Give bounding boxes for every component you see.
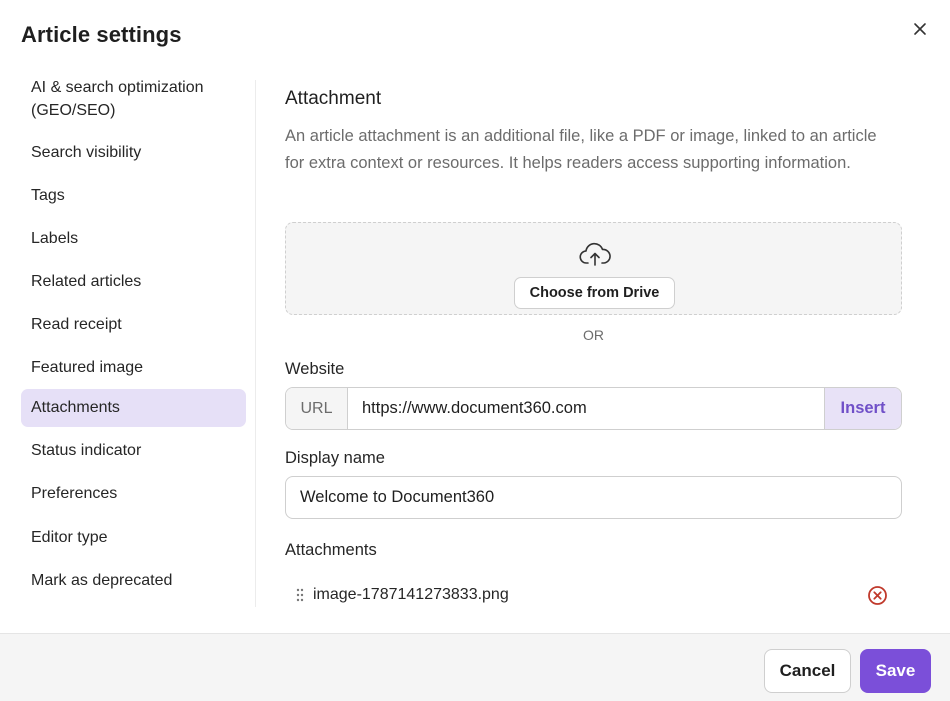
- sidebar-item-label: Editor type: [31, 529, 108, 546]
- sidebar-item-geo-seo[interactable]: AI & search optimization (GEO/SEO): [21, 75, 246, 123]
- upload-dropzone[interactable]: Choose from Drive: [285, 222, 902, 315]
- modal-footer: Cancel Save: [0, 633, 950, 701]
- sidebar-item-label: Read receipt: [31, 316, 122, 333]
- sidebar-item-label: Labels: [31, 230, 79, 247]
- sidebar-item-label: Attachments: [31, 399, 120, 416]
- article-settings-modal: Article settings AI & search optimizatio…: [0, 0, 950, 701]
- sidebar-item-attachments[interactable]: Attachments: [21, 389, 246, 427]
- sidebar-item-featured-image[interactable]: Featured image: [21, 356, 246, 379]
- remove-circle-icon[interactable]: [867, 585, 888, 606]
- display-name-input[interactable]: [285, 476, 902, 519]
- drag-handle-icon[interactable]: [293, 587, 307, 603]
- sidebar-item-label: Mark as deprecated: [31, 572, 173, 589]
- sidebar-item-status-indicator[interactable]: Status indicator: [21, 439, 246, 462]
- sidebar-item-label: Tags: [31, 187, 65, 204]
- attachment-file-name: image-1787141273833.png: [313, 586, 509, 603]
- section-description: An article attachment is an additional f…: [285, 127, 877, 172]
- website-label: Website: [285, 360, 345, 378]
- attachment-list-item: image-1787141273833.png: [285, 580, 902, 610]
- close-button[interactable]: [908, 17, 932, 41]
- attachments-label: Attachments: [285, 541, 377, 559]
- sidebar-item-tags[interactable]: Tags: [21, 184, 246, 207]
- sidebar-item-label: AI & search optimization (GEO/SEO): [31, 79, 204, 119]
- sidebar-item-label: Featured image: [31, 359, 144, 376]
- insert-button[interactable]: Insert: [824, 388, 901, 429]
- website-url-input[interactable]: [348, 388, 824, 429]
- sidebar-divider: [255, 80, 256, 607]
- sidebar-item-related-articles[interactable]: Related articles: [21, 270, 246, 293]
- sidebar-item-mark-as-deprecated[interactable]: Mark as deprecated: [21, 569, 246, 592]
- sidebar-item-label: Related articles: [31, 273, 142, 290]
- choose-from-drive-button[interactable]: Choose from Drive: [514, 277, 675, 309]
- modal-title: Article settings: [21, 22, 182, 47]
- website-url-group: URL Insert: [285, 387, 902, 430]
- sidebar-item-labels[interactable]: Labels: [21, 227, 246, 250]
- sidebar-item-search-visibility[interactable]: Search visibility: [21, 141, 246, 164]
- save-button[interactable]: Save: [860, 649, 931, 693]
- sidebar-item-read-receipt[interactable]: Read receipt: [21, 313, 246, 336]
- settings-sidebar: AI & search optimization (GEO/SEO) Searc…: [21, 70, 246, 592]
- sidebar-item-preferences[interactable]: Preferences: [21, 482, 246, 505]
- cancel-button[interactable]: Cancel: [764, 649, 851, 693]
- display-name-label: Display name: [285, 449, 385, 467]
- close-icon: [914, 23, 926, 35]
- section-title: Attachment: [285, 88, 382, 109]
- url-prefix: URL: [286, 388, 348, 429]
- cloud-upload-icon: [579, 242, 611, 266]
- sidebar-item-label: Preferences: [31, 485, 118, 502]
- or-separator: OR: [583, 327, 604, 343]
- sidebar-item-label: Search visibility: [31, 144, 142, 161]
- sidebar-item-editor-type[interactable]: Editor type: [21, 526, 246, 549]
- sidebar-item-label: Status indicator: [31, 442, 142, 459]
